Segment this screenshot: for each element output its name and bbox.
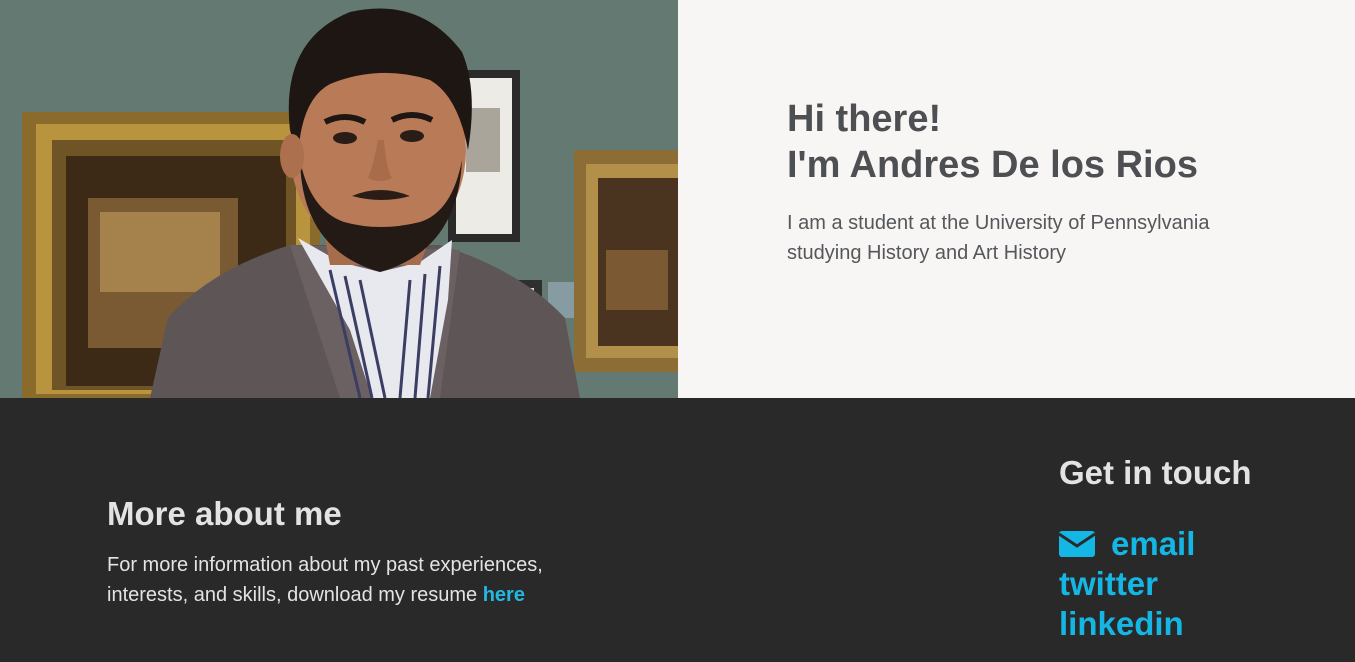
intro-heading: Hi there! I'm Andres De los Rios — [787, 96, 1198, 188]
email-link-label: email — [1111, 525, 1196, 562]
contact-item-linkedin: linkedin — [1059, 604, 1195, 644]
hero-section: Hi there! I'm Andres De los Rios I am a … — [0, 0, 1355, 398]
linkedin-link[interactable]: linkedin — [1059, 604, 1184, 644]
more-about-title: More about me — [107, 495, 342, 532]
name-text: I'm Andres De los Rios — [787, 144, 1198, 186]
envelope-icon — [1059, 531, 1095, 557]
contact-item-email: email — [1059, 524, 1195, 564]
email-link[interactable]: email — [1059, 524, 1195, 564]
resume-link[interactable]: here — [483, 584, 525, 606]
intro-panel: Hi there! I'm Andres De los Rios I am a … — [678, 0, 1355, 398]
twitter-link[interactable]: twitter — [1059, 564, 1158, 604]
footer-section: More about me For more information about… — [0, 398, 1355, 662]
contact-item-twitter: twitter — [1059, 564, 1195, 604]
contact-title: Get in touch — [1059, 454, 1252, 491]
intro-description: I am a student at the University of Penn… — [787, 212, 1210, 264]
more-about-text: For more information about my past exper… — [107, 550, 577, 610]
more-about-body: For more information about my past exper… — [107, 554, 543, 606]
profile-photo — [0, 0, 678, 398]
contact-links-list: email twitter linkedin — [1059, 524, 1195, 644]
greeting-text: Hi there! — [787, 98, 942, 140]
